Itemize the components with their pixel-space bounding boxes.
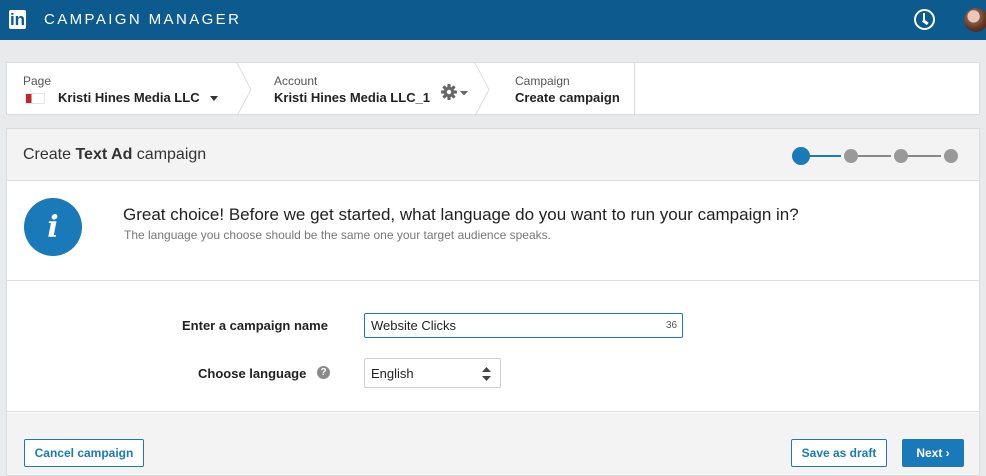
breadcrumb-page-value: Kristi Hines Media LLC [58,90,218,105]
top-navigation-bar: in CAMPAIGN MANAGER [0,0,986,40]
cancel-campaign-button[interactable]: Cancel campaign [24,439,144,467]
create-campaign-card: Create Text Ad campaign i Great choice! … [6,128,980,476]
step-2-dot [844,149,858,163]
breadcrumb-account-value: Kristi Hines Media LLC_1 [274,90,431,105]
next-button[interactable]: Next › [902,439,964,467]
card-footer: Cancel campaign Save as draft Next › [7,413,979,475]
breadcrumb-campaign-value: Create campaign [515,90,620,105]
campaign-name-label: Enter a campaign name [182,318,328,333]
help-icon[interactable]: ? [317,366,330,379]
updown-arrows-icon [482,367,491,381]
info-block: i Great choice! Before we get started, w… [7,181,979,281]
linkedin-logo-icon[interactable]: in [8,7,33,32]
step-connector [805,155,841,157]
breadcrumb-separator [235,63,255,116]
language-select[interactable]: English [364,358,501,388]
step-4-dot [944,149,958,163]
step-1-dot [792,147,810,165]
campaign-name-input[interactable] [364,313,683,338]
language-select-value: English [371,366,414,381]
language-label: Choose language [198,366,307,381]
info-subtext: The language you choose should be the sa… [124,228,551,242]
breadcrumb-page[interactable]: Page ▪ Kristi Hines Media LLC [7,63,237,116]
avatar[interactable] [964,8,986,32]
info-heading: Great choice! Before we get started, wha… [123,205,799,224]
breadcrumb-account-label: Account [274,74,318,88]
save-as-draft-button[interactable]: Save as draft [791,439,887,467]
info-icon: i [24,198,82,256]
breadcrumb-page-label: Page [23,74,52,88]
clock-icon[interactable] [914,9,935,30]
page-logo-icon: ▪ [25,93,45,104]
linkedin-logo-mark: in [9,9,26,29]
breadcrumb-campaign-label: Campaign [515,74,570,88]
character-count: 36 [666,320,678,331]
gear-icon[interactable] [441,84,471,102]
app-title: CAMPAIGN MANAGER [44,11,242,28]
breadcrumb-separator [473,63,493,116]
breadcrumb-campaign: Campaign Create campaign [499,63,639,116]
breadcrumb: Page ▪ Kristi Hines Media LLC Account Kr… [6,62,980,116]
breadcrumb-divider [634,63,635,116]
card-header: Create Text Ad campaign [7,129,979,181]
campaign-form: Enter a campaign name 36 Choose language… [7,282,979,412]
chevron-down-icon [209,96,218,102]
page-title: Create Text Ad campaign [23,146,207,163]
progress-stepper [791,147,961,165]
step-3-dot [894,149,908,163]
